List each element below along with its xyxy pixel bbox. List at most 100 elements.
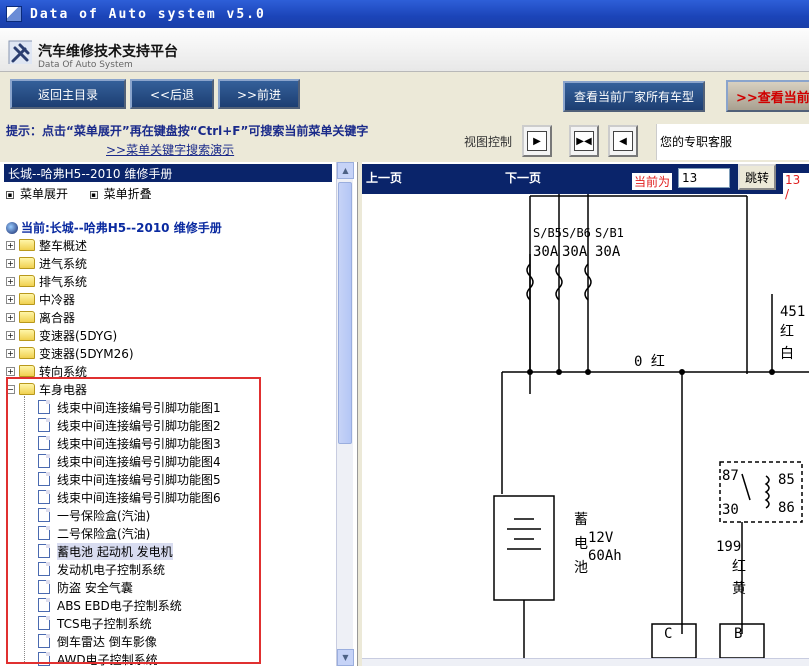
folder-icon [19, 293, 35, 305]
expand-plus-icon[interactable]: + [6, 366, 15, 376]
window-title: Data of Auto system v5.0 [30, 6, 266, 22]
current-manual: 当前:长城--哈弗H5--2010 维修手册 [6, 219, 222, 236]
tree-doc[interactable]: 防盗 安全气囊 [38, 578, 133, 596]
document-icon [38, 400, 50, 414]
tree-folder[interactable]: + 离合器 [6, 308, 75, 326]
view-split-button[interactable]: ▶◀ [569, 125, 599, 157]
expand-icon: ▪ [6, 190, 14, 199]
doc-label: 倒车雷达 倒车影像 [57, 634, 157, 649]
tree-doc-selected[interactable]: 蓄电池 起动机 发电机 [38, 542, 173, 560]
tree-connector [24, 396, 25, 662]
tree-doc[interactable]: 一号保险盒(汽油) [38, 506, 150, 524]
document-icon [38, 472, 50, 486]
expand-plus-icon[interactable]: + [6, 312, 15, 322]
tree-doc[interactable]: 线束中间连接编号引脚功能图6 [38, 488, 221, 506]
document-icon [38, 634, 50, 648]
view-current-button[interactable]: >>查看当前 [726, 80, 809, 112]
wire-label: 黄 [732, 580, 746, 597]
app-title-en: Data Of Auto System [38, 60, 133, 70]
folder-label: 中冷器 [39, 292, 76, 307]
tree-doc[interactable]: 倒车雷达 倒车影像 [38, 632, 157, 650]
amp-label: 30A [595, 244, 621, 260]
tree-doc[interactable]: TCS电子控制系统 [38, 614, 152, 632]
folder-icon [19, 347, 35, 359]
tree-folder[interactable]: + 中冷器 [6, 290, 75, 308]
expand-plus-icon[interactable]: + [6, 258, 15, 268]
expand-plus-icon[interactable]: + [6, 294, 15, 304]
view-right-button[interactable]: ◀ [608, 125, 638, 157]
all-models-button[interactable]: 查看当前厂家所有车型 [563, 81, 705, 112]
relay-pin: 86 [778, 500, 795, 516]
current-page-label: 当前为 [632, 173, 673, 190]
document-icon [38, 562, 50, 576]
expand-plus-icon[interactable]: + [6, 240, 15, 250]
search-hint: 提示：点击“菜单展开”再在键盘按“Ctrl+F”可搜索当前菜单关键字 [6, 124, 369, 138]
tree-doc[interactable]: 二号保险盒(汽油) [38, 524, 150, 542]
title-bar: Data of Auto system v5.0 [0, 0, 809, 28]
doc-label: 线束中间连接编号引脚功能图2 [57, 418, 221, 433]
tree-doc[interactable]: 线束中间连接编号引脚功能图5 [38, 470, 221, 488]
arrow-right-icon: ▶ [527, 131, 547, 151]
expand-plus-icon[interactable]: + [6, 276, 15, 286]
wire-label: 红 [732, 559, 746, 575]
expand-plus-icon[interactable]: + [6, 330, 15, 340]
prev-page-link[interactable]: 上一页 [366, 169, 402, 186]
document-icon [38, 580, 50, 594]
scroll-down-icon[interactable]: ▼ [337, 649, 354, 666]
menu-collapse[interactable]: 菜单折叠 [104, 187, 152, 201]
fuse-label: S/B1 [595, 226, 624, 240]
tree-doc[interactable]: 线束中间连接编号引脚功能图3 [38, 434, 221, 452]
expand-plus-icon[interactable]: + [6, 348, 15, 358]
folder-label: 转向系统 [39, 364, 88, 379]
tree-doc[interactable]: 线束中间连接编号引脚功能图2 [38, 416, 221, 434]
folder-label: 变速器(5DYG) [39, 328, 118, 343]
fuse-label: S/B6 [562, 226, 591, 240]
tree-doc[interactable]: ABS EBD电子控制系统 [38, 596, 182, 614]
tree-folder[interactable]: + 变速器(5DYM26) [6, 344, 134, 362]
globe-icon [6, 222, 18, 234]
tree-folder[interactable]: + 排气系统 [6, 272, 87, 290]
wire-label: 199 [716, 539, 741, 555]
arrow-left-icon: ◀ [613, 131, 633, 151]
tree-folder[interactable]: + 整车概述 [6, 236, 87, 254]
collapse-icon: ▪ [89, 190, 98, 199]
scroll-thumb[interactable] [338, 182, 352, 444]
doc-label: ABS EBD电子控制系统 [57, 598, 182, 613]
tree-doc[interactable]: 发动机电子控制系统 [38, 560, 165, 578]
forward-button[interactable]: >>前进 [218, 79, 300, 109]
diagram-hscrollbar[interactable] [362, 658, 809, 666]
tree-doc[interactable]: 线束中间连接编号引脚功能图4 [38, 452, 221, 470]
home-button[interactable]: 返回主目录 [10, 79, 126, 109]
next-page-link[interactable]: 下一页 [505, 169, 541, 186]
back-button[interactable]: <<后退 [130, 79, 214, 109]
terminal-label: C [664, 626, 672, 642]
collapse-minus-icon[interactable]: − [6, 384, 15, 394]
doc-label: TCS电子控制系统 [57, 616, 152, 631]
wire-label: 0 红 [634, 354, 665, 370]
battery-label: 池 [574, 560, 588, 576]
jump-button[interactable]: 跳转 [738, 164, 776, 190]
folder-icon [19, 311, 35, 323]
menu-expand[interactable]: 菜单展开 [20, 187, 68, 201]
document-icon [38, 598, 50, 612]
doc-label: 一号保险盒(汽油) [57, 508, 151, 523]
tree-folder[interactable]: + 进气系统 [6, 254, 87, 272]
tree-folder[interactable]: + 转向系统 [6, 362, 87, 380]
view-left-button[interactable]: ▶ [522, 125, 552, 157]
menu-scrollbar[interactable]: ▲ ▼ [336, 162, 354, 666]
wire-label: 451 [780, 304, 805, 320]
doc-label: 线束中间连接编号引脚功能图4 [57, 454, 221, 469]
document-icon [38, 490, 50, 504]
tree-folder-open[interactable]: − 车身电器 [6, 380, 87, 398]
battery-label: 电 [574, 536, 588, 552]
page-number-input[interactable] [678, 168, 730, 188]
doc-label: 二号保险盒(汽油) [57, 526, 151, 541]
search-demo-link[interactable]: >>菜单关键字搜索演示 [106, 141, 234, 158]
menu-toggle-row: ▪ 菜单展开 ▪ 菜单折叠 [6, 185, 152, 202]
tree-doc[interactable]: 线束中间连接编号引脚功能图1 [38, 398, 221, 416]
document-icon [38, 616, 50, 630]
tree-doc[interactable]: AWD电子控制系统 [38, 650, 158, 666]
fuse-label: S/B5 [533, 226, 562, 240]
tree-folder[interactable]: + 变速器(5DYG) [6, 326, 117, 344]
scroll-up-icon[interactable]: ▲ [337, 162, 354, 179]
